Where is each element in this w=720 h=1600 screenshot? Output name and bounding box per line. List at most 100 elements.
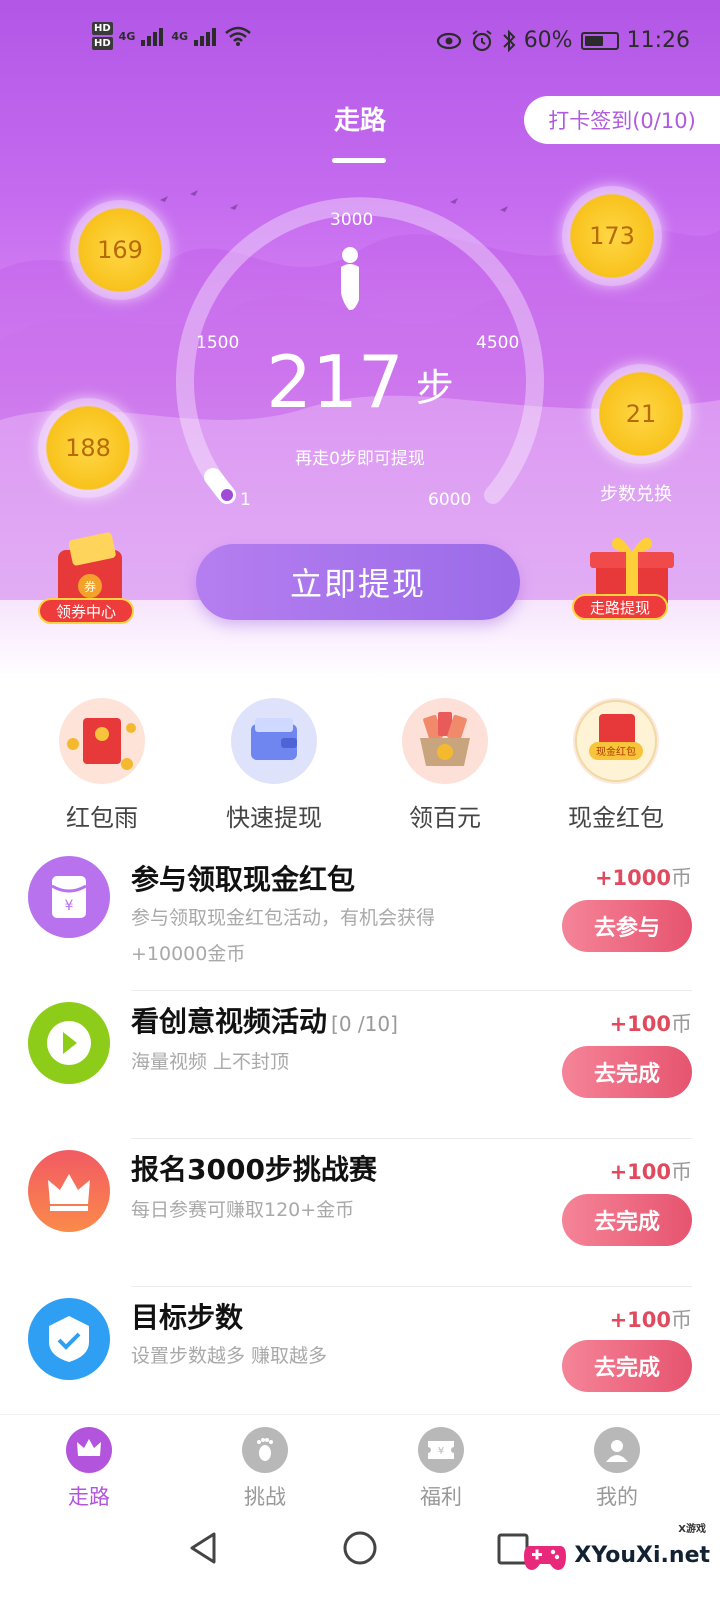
checkin-button[interactable]: 打卡签到(0/10) xyxy=(524,96,720,144)
step-count: 217 步 xyxy=(250,340,470,424)
crown-icon xyxy=(66,1427,112,1473)
step-unit: 步 xyxy=(415,366,454,410)
task-join-button[interactable]: 去参与 xyxy=(562,900,692,952)
task-reward: +1000币 xyxy=(595,862,692,892)
task-row-challenge: 报名3000步挑战赛 每日参赛可赚取120+金币 +100币 去完成 xyxy=(0,1144,720,1292)
bluetooth-icon xyxy=(502,29,516,52)
gauge-label-left: 1500 xyxy=(196,333,240,353)
watermark-text: XYouXi.net xyxy=(574,1542,710,1568)
task-reward-unit: 币 xyxy=(671,1012,692,1036)
task-title-text: 报名3000步挑战赛 xyxy=(131,1153,377,1186)
envelope-icon: ¥ xyxy=(28,856,110,938)
status-bar: HD HD 4G 4G 60% 11:26 xyxy=(0,0,720,90)
task-row-cash-envelope: ¥ 参与领取现金红包 参与领取现金红包活动，有机会获得+10000金币 +100… xyxy=(0,848,720,996)
status-left: HD HD 4G 4G xyxy=(92,22,252,50)
task-desc: 设置步数越多 赚取越多 xyxy=(131,1345,328,1367)
task-title-text: 目标步数 xyxy=(131,1301,244,1334)
quick-cash-envelope[interactable]: 现金红包 现金红包 xyxy=(531,698,701,833)
tab-walk[interactable]: 走路 xyxy=(300,100,420,137)
cash-envelope-icon: 现金红包 xyxy=(573,698,659,784)
task-reward: +100币 xyxy=(610,1304,692,1334)
task-reward-unit: 币 xyxy=(671,1308,692,1332)
task-reward-value: +100 xyxy=(609,1160,671,1184)
coin-bubble-2[interactable]: 173 xyxy=(562,186,662,286)
task-desc: 每日参赛可赚取120+金币 xyxy=(131,1199,355,1221)
step-value: 217 xyxy=(266,340,404,424)
task-complete-button[interactable]: 去完成 xyxy=(562,1340,692,1392)
crown-icon xyxy=(28,1150,110,1232)
clock: 11:26 xyxy=(626,28,690,53)
gamepad-logo-icon xyxy=(524,1546,567,1570)
battery-level xyxy=(584,35,603,46)
svg-text:¥: ¥ xyxy=(65,898,74,914)
task-divider xyxy=(131,990,692,991)
task-reward-value: +100 xyxy=(609,1012,671,1036)
task-title: 看创意视频活动 [0 /10] xyxy=(131,1000,398,1040)
task-divider xyxy=(131,1286,692,1287)
alarm-icon xyxy=(472,29,492,51)
check-shield-icon xyxy=(28,1298,110,1380)
quick-fast-withdraw[interactable]: 快速提现 xyxy=(189,698,359,833)
gauge-label-top: 3000 xyxy=(330,210,374,230)
task-reward-value: +1000 xyxy=(594,866,671,890)
task-title: 目标步数 xyxy=(131,1296,243,1336)
nav-item-walk[interactable]: 走路 xyxy=(24,1427,154,1511)
quick-hundred-yuan[interactable]: 领百元 xyxy=(360,698,530,833)
task-title: 参与领取现金红包 xyxy=(131,858,355,898)
tab-underline xyxy=(332,158,386,163)
task-title-text: 看创意视频活动 xyxy=(131,1005,328,1038)
gauge-label-end: 6000 xyxy=(428,490,472,510)
wifi-icon xyxy=(225,26,251,46)
withdraw-hint: 再走0步即可提现 xyxy=(295,449,425,469)
task-progress: [0 /10] xyxy=(331,1012,398,1036)
ticket-icon: ¥ xyxy=(418,1427,464,1473)
wallet-icon xyxy=(231,698,317,784)
nav-item-welfare[interactable]: ¥ 福利 xyxy=(376,1427,506,1511)
task-reward-unit: 币 xyxy=(671,866,692,890)
task-title-text: 参与领取现金红包 xyxy=(131,863,356,896)
play-icon xyxy=(28,1002,110,1084)
battery-icon xyxy=(580,31,619,50)
status-right: 60% 11:26 xyxy=(436,28,690,53)
eye-icon xyxy=(436,32,461,49)
signal-icon-2 xyxy=(194,28,217,46)
walk-withdraw-label[interactable]: 走路提现 xyxy=(572,594,668,620)
red-envelope-icon xyxy=(59,698,145,784)
money-bag-icon xyxy=(402,698,488,784)
bottom-nav: 走路 挑战 ¥ 福利 我的 xyxy=(0,1414,720,1514)
nav-item-challenge[interactable]: 挑战 xyxy=(200,1427,330,1511)
coin-bubble-1[interactable]: 169 xyxy=(70,200,170,300)
task-complete-button[interactable]: 去完成 xyxy=(562,1046,692,1098)
svg-text:现金红包: 现金红包 xyxy=(596,745,636,758)
task-desc: 海量视频 上不封顶 xyxy=(131,1051,290,1073)
quick-label: 红包雨 xyxy=(66,804,138,832)
withdraw-now-button[interactable]: 立即提现 xyxy=(196,544,520,620)
gauge-label-start: 1 xyxy=(240,490,251,510)
back-icon[interactable] xyxy=(186,1530,222,1566)
task-reward: +100币 xyxy=(610,1008,692,1038)
task-reward-unit: 币 xyxy=(671,1160,692,1184)
svg-text:券: 券 xyxy=(84,579,96,594)
task-desc: 参与领取现金红包活动，有机会获得+10000金币 xyxy=(131,907,436,965)
quick-label: 领百元 xyxy=(409,804,481,832)
signal-label-2: 4G xyxy=(171,29,189,43)
home-icon[interactable] xyxy=(342,1530,378,1566)
task-row-video: 看创意视频活动 [0 /10] 海量视频 上不封顶 +100币 去完成 xyxy=(0,996,720,1144)
hd-badge-2: HD xyxy=(92,37,113,50)
coupon-center-label[interactable]: 领券中心 xyxy=(38,598,134,624)
quick-red-envelope-rain[interactable]: 红包雨 xyxy=(17,698,187,833)
nav-item-mine[interactable]: 我的 xyxy=(552,1427,682,1511)
step-exchange-label: 步数兑换 xyxy=(600,484,672,505)
hero-section: HD HD 4G 4G 60% 11:26 走路 打卡签到(0/10) 3000… xyxy=(0,0,720,680)
quick-label: 快速提现 xyxy=(226,804,322,832)
nav-label: 福利 xyxy=(420,1485,462,1509)
nav-label: 我的 xyxy=(596,1485,638,1509)
task-complete-button[interactable]: 去完成 xyxy=(562,1194,692,1246)
task-reward: +100币 xyxy=(610,1156,692,1186)
coin-bubble-4[interactable]: 21 xyxy=(591,364,691,464)
signal-icon xyxy=(141,28,164,46)
user-icon xyxy=(594,1427,640,1473)
coin-bubble-3[interactable]: 188 xyxy=(38,398,138,498)
gauge-label-right: 4500 xyxy=(476,333,520,353)
nav-label: 走路 xyxy=(68,1485,110,1509)
